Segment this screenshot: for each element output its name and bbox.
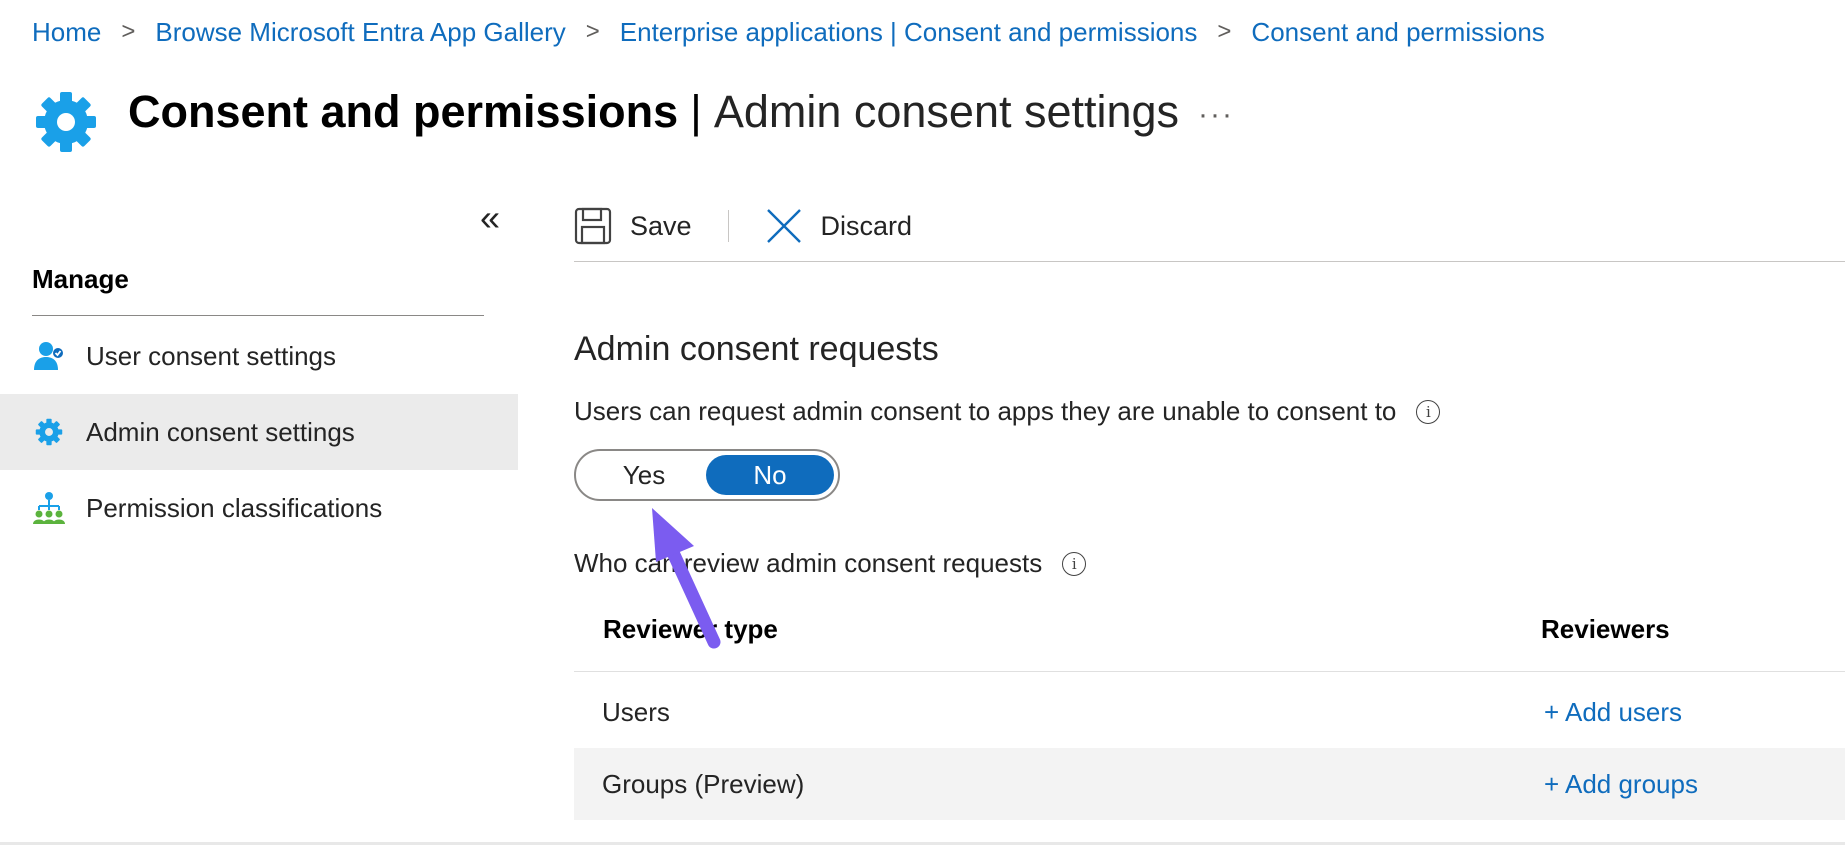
sidebar-item-user-consent-settings[interactable]: User consent settings xyxy=(0,318,518,394)
sidebar-item-permission-classifications[interactable]: Permission classifications xyxy=(0,470,518,546)
yes-no-toggle[interactable]: Yes No xyxy=(574,449,840,501)
add-groups-link[interactable]: + Add groups xyxy=(1544,748,1698,820)
add-users-link[interactable]: + Add users xyxy=(1544,676,1682,748)
toolbar-divider xyxy=(727,210,729,242)
column-header-reviewer-type: Reviewer type xyxy=(603,614,778,644)
save-label: Save xyxy=(630,210,692,241)
command-bar: Save Discard xyxy=(574,198,912,254)
info-icon[interactable]: i xyxy=(1062,551,1087,576)
info-icon[interactable]: i xyxy=(1416,399,1441,424)
table-row: Groups (Preview) + Add groups xyxy=(574,748,1845,820)
permission-hierarchy-icon xyxy=(32,491,66,525)
request-consent-setting: Users can request admin consent to apps … xyxy=(574,396,1441,427)
page-title-separator: | xyxy=(690,86,702,137)
breadcrumb-app-gallery[interactable]: Browse Microsoft Entra App Gallery xyxy=(155,17,565,48)
sidebar-item-label: User consent settings xyxy=(86,340,337,371)
breadcrumb-separator: > xyxy=(585,18,600,45)
gear-icon xyxy=(32,88,100,156)
sidebar-divider xyxy=(32,315,484,316)
discard-label: Discard xyxy=(820,210,913,241)
breadcrumb-separator: > xyxy=(121,18,136,45)
reviewer-question-label: Who can review admin consent requests xyxy=(574,548,1043,578)
page-title-main: Consent and permissions xyxy=(128,86,679,137)
sidebar-item-label: Admin consent settings xyxy=(86,416,355,447)
column-header-reviewers: Reviewers xyxy=(1541,614,1670,644)
close-icon xyxy=(766,209,801,243)
user-consent-icon xyxy=(32,339,66,373)
discard-button[interactable]: Discard xyxy=(765,207,913,245)
more-options-button[interactable]: ··· xyxy=(1198,98,1234,132)
page-title: Consent and permissions | Admin consent se… xyxy=(128,84,1179,140)
gear-icon xyxy=(32,415,66,449)
table-row: Users + Add users xyxy=(574,676,1845,748)
table-header-divider xyxy=(574,671,1845,672)
breadcrumb-consent-permissions[interactable]: Consent and permissions xyxy=(1251,17,1544,48)
save-icon xyxy=(574,207,612,245)
section-title: Admin consent requests xyxy=(574,330,939,368)
reviewer-type-cell: Groups (Preview) xyxy=(602,768,805,799)
sidebar-item-admin-consent-settings[interactable]: Admin consent settings xyxy=(0,394,518,470)
page-title-sub: Admin consent settings xyxy=(713,86,1180,137)
request-consent-label: Users can request admin consent to apps … xyxy=(574,396,1397,426)
toolbar-divider-line xyxy=(574,261,1845,262)
breadcrumb-enterprise-apps[interactable]: Enterprise applications | Consent and pe… xyxy=(620,17,1198,48)
breadcrumb-separator: > xyxy=(1217,18,1232,45)
breadcrumb: Home > Browse Microsoft Entra App Galler… xyxy=(32,14,1545,50)
reviewer-setting: Who can review admin consent requests i xyxy=(574,548,1087,579)
reviewer-type-cell: Users xyxy=(602,696,670,727)
collapse-sidebar-button[interactable]: « xyxy=(480,200,500,236)
toggle-option-no[interactable]: No xyxy=(706,455,834,495)
sidebar-section-manage: Manage xyxy=(32,264,129,294)
breadcrumb-home[interactable]: Home xyxy=(32,17,101,48)
save-button[interactable]: Save xyxy=(574,207,692,245)
toggle-option-yes[interactable]: Yes xyxy=(580,455,708,495)
sidebar-item-label: Permission classifications xyxy=(86,492,383,523)
